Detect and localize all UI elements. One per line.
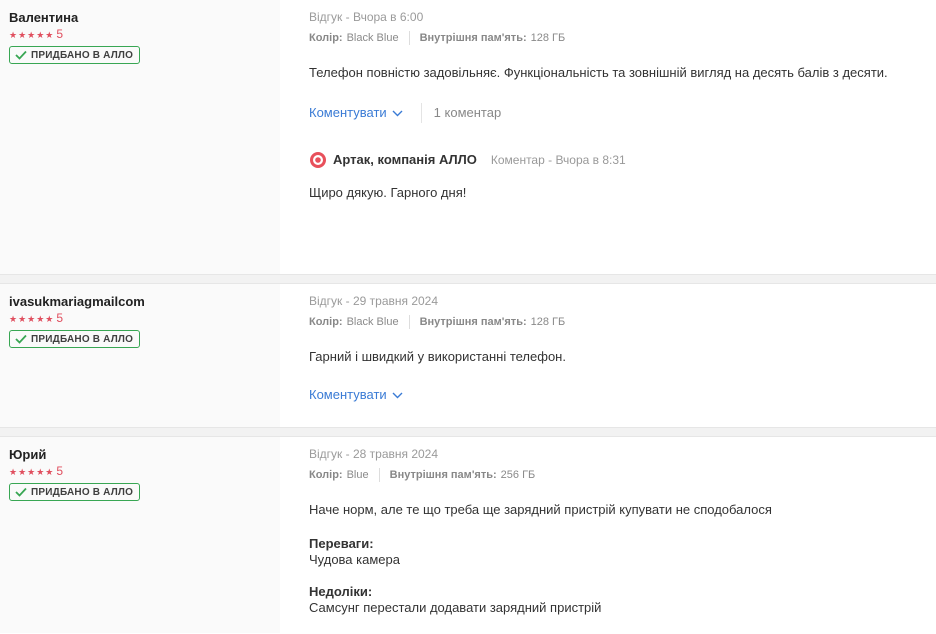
color-label: Колір:: [309, 469, 343, 481]
memory-label: Внутрішня пам'ять:: [419, 316, 527, 328]
store-logo-icon: [310, 152, 326, 168]
review-body: Відгук - 29 травня 2024 Колір: Black Blu…: [280, 284, 936, 427]
check-icon: [15, 50, 27, 60]
stars-icon: ★★★★★: [9, 467, 55, 477]
check-icon: [15, 487, 27, 497]
memory-value: 256 ГБ: [500, 469, 536, 481]
memory-label: Внутрішня пам'ять:: [389, 469, 497, 481]
color-value: Blue: [346, 469, 369, 481]
reply-header: Артак, компанія АЛЛО Коментар - Вчора в …: [309, 151, 936, 169]
review-author: ivasukmariagmailcom: [9, 294, 145, 309]
rating-value: 5: [56, 311, 64, 325]
actions-divider: [420, 103, 422, 123]
stars-icon: ★★★★★: [9, 314, 55, 324]
cons-label: Недоліки:: [309, 584, 373, 599]
pros-section: Переваги: Чудова камера: [309, 536, 936, 568]
chevron-down-icon: [392, 110, 403, 116]
badge-label: ПРИДБАНО В АЛЛО: [31, 486, 134, 498]
memory-value: 128 ГБ: [530, 32, 566, 44]
review-meta: Відгук - 29 травня 2024: [309, 294, 439, 308]
star-rating: ★★★★★ 5: [9, 465, 280, 478]
review-author: Юрий: [9, 447, 47, 462]
review-actions: Коментувати: [309, 387, 936, 403]
badge-label: ПРИДБАНО В АЛЛО: [31, 333, 134, 345]
review-card: ivasukmariagmailcom ★★★★★ 5 ПРИДБАНО В АЛ…: [0, 284, 936, 427]
review-author-panel: ivasukmariagmailcom ★★★★★ 5 ПРИДБАНО В АЛ…: [0, 284, 280, 427]
review-author-panel: Валентина ★★★★★ 5 ПРИДБАНО В АЛЛО: [0, 0, 280, 274]
color-label: Колір:: [309, 32, 343, 44]
review-body: Відгук - 28 травня 2024 Колір: Blue Внут…: [280, 437, 936, 633]
memory-value: 128 ГБ: [530, 316, 566, 328]
review-text: Гарний і швидкий у використанні телефон.: [309, 349, 566, 364]
comment-button[interactable]: Коментувати: [309, 105, 403, 121]
property-divider: [408, 31, 410, 45]
reply-block: Артак, компанія АЛЛО Коментар - Вчора в …: [309, 151, 936, 201]
cons-text: Самсунг перестали додавати зарядний прис…: [309, 600, 602, 615]
color-label: Колір:: [309, 316, 343, 328]
reply-text: Щиро дякую. Гарного дня!: [309, 185, 467, 200]
comment-button-label: Коментувати: [309, 105, 387, 120]
review-card: Валентина ★★★★★ 5 ПРИДБАНО В АЛЛО Відгук …: [0, 0, 936, 274]
review-properties: Колір: Black Blue Внутрішня пам'ять: 128…: [309, 31, 936, 45]
rating-value: 5: [56, 27, 64, 41]
comment-count[interactable]: 1 коментар: [434, 105, 502, 121]
review-card: Юрий ★★★★★ 5 ПРИДБАНО В АЛЛО Відгук - 28 …: [0, 437, 936, 633]
review-actions: Коментувати 1 коментар: [309, 103, 936, 123]
comment-button[interactable]: Коментувати: [309, 387, 403, 403]
purchased-badge: ПРИДБАНО В АЛЛО: [9, 330, 141, 348]
reply-author: Артак, компанія АЛЛО: [333, 152, 477, 167]
review-author-panel: Юрий ★★★★★ 5 ПРИДБАНО В АЛЛО: [0, 437, 280, 633]
purchased-badge: ПРИДБАНО В АЛЛО: [9, 483, 141, 501]
pros-text: Чудова камера: [309, 552, 400, 567]
review-properties: Колір: Blue Внутрішня пам'ять: 256 ГБ: [309, 468, 936, 482]
cons-section: Недоліки: Самсунг перестали додавати зар…: [309, 584, 936, 616]
color-value: Black Blue: [346, 316, 399, 328]
memory-label: Внутрішня пам'ять:: [419, 32, 527, 44]
review-author: Валентина: [9, 10, 79, 25]
reply-meta: Коментар - Вчора в 8:31: [490, 153, 626, 167]
rating-value: 5: [56, 464, 64, 478]
review-text: Телефон повністю задовільняє. Функціонал…: [309, 65, 888, 80]
review-gap: [0, 275, 936, 283]
pros-label: Переваги:: [309, 536, 374, 551]
star-rating: ★★★★★ 5: [9, 28, 280, 41]
check-icon: [15, 334, 27, 344]
review-text: Наче норм, але те що треба ще зарядний п…: [309, 502, 772, 517]
review-meta: Відгук - Вчора в 6:00: [309, 10, 424, 24]
color-value: Black Blue: [346, 32, 399, 44]
badge-label: ПРИДБАНО В АЛЛО: [31, 49, 134, 61]
review-body: Відгук - Вчора в 6:00 Колір: Black Blue …: [280, 0, 936, 274]
star-rating: ★★★★★ 5: [9, 312, 280, 325]
property-divider: [378, 468, 380, 482]
review-meta: Відгук - 28 травня 2024: [309, 447, 439, 461]
purchased-badge: ПРИДБАНО В АЛЛО: [9, 46, 141, 64]
review-properties: Колір: Black Blue Внутрішня пам'ять: 128…: [309, 315, 936, 329]
review-gap: [0, 428, 936, 436]
stars-icon: ★★★★★: [9, 30, 55, 40]
property-divider: [408, 315, 410, 329]
comment-button-label: Коментувати: [309, 387, 387, 402]
chevron-down-icon: [392, 392, 403, 398]
